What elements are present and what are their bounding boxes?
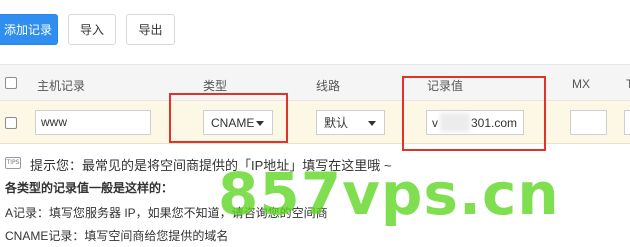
export-button[interactable]: 导出 bbox=[126, 14, 175, 45]
redacted-blur bbox=[440, 113, 470, 132]
mx-input[interactable] bbox=[570, 110, 607, 135]
value-input-prefix: v bbox=[432, 115, 438, 130]
type-select-value: CNAME bbox=[211, 115, 255, 130]
table-row: www CNAME 默认 v 301.com bbox=[0, 101, 630, 144]
ttl-input[interactable] bbox=[624, 110, 630, 135]
row-checkbox[interactable] bbox=[5, 117, 17, 129]
line-select[interactable]: 默认 bbox=[316, 110, 385, 135]
host-input[interactable]: www bbox=[35, 110, 151, 135]
header-type: 类型 bbox=[203, 79, 228, 93]
tips-icon: TIPS bbox=[5, 157, 21, 169]
table-header: 主机记录 类型 线路 记录值 MX T bbox=[0, 64, 630, 101]
header-value: 记录值 bbox=[427, 79, 464, 93]
value-input-suffix: 301.com bbox=[471, 115, 518, 130]
line-select-value: 默认 bbox=[324, 116, 349, 130]
header-host: 主机记录 bbox=[37, 79, 86, 93]
watermark: 857vps.cn bbox=[218, 160, 560, 228]
header-line: 线路 bbox=[316, 79, 341, 93]
add-record-button[interactable]: 添加记录 bbox=[0, 14, 58, 45]
header-mx: MX bbox=[572, 77, 590, 91]
tip-subhead: 各类型的记录值一般是这样的： bbox=[5, 181, 174, 195]
tip-cname-record: CNAME记录：填写空间商给您提供的域名 bbox=[5, 229, 229, 243]
import-button[interactable]: 导入 bbox=[68, 14, 116, 45]
header-ttl: T bbox=[626, 77, 630, 91]
chevron-down-icon bbox=[256, 121, 264, 126]
chevron-down-icon bbox=[368, 121, 376, 126]
type-select[interactable]: CNAME bbox=[203, 110, 273, 135]
select-all-checkbox[interactable] bbox=[5, 77, 17, 89]
